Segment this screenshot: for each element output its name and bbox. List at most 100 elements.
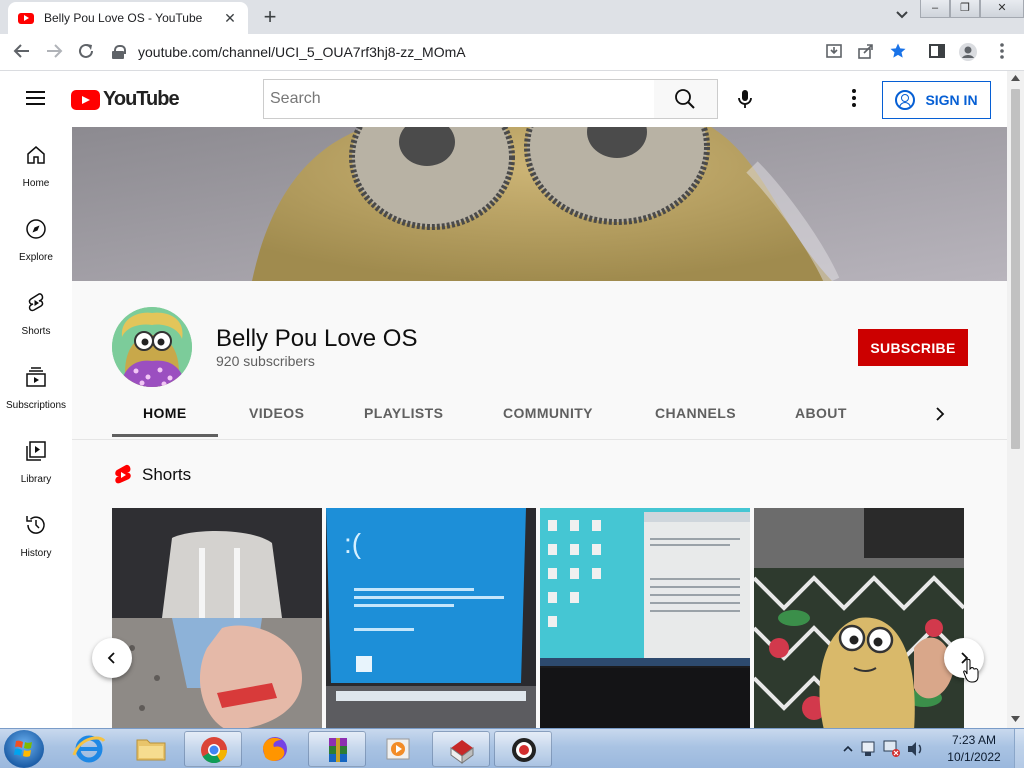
youtube-favicon-icon bbox=[18, 12, 34, 24]
taskbar-clock[interactable]: 7:23 AM 10/1/2022 bbox=[934, 732, 1014, 766]
tabs-next-chevron-icon[interactable] bbox=[932, 406, 948, 422]
account-circle-icon bbox=[895, 90, 916, 110]
scroll-up-arrow-icon[interactable] bbox=[1011, 75, 1020, 81]
browser-menu-icon[interactable] bbox=[992, 42, 1012, 62]
media-player-icon bbox=[386, 738, 410, 760]
clock-date: 10/1/2022 bbox=[947, 750, 1001, 764]
back-arrow-icon[interactable] bbox=[12, 42, 32, 62]
search-icon bbox=[675, 89, 695, 109]
search-input[interactable] bbox=[264, 80, 654, 118]
window-close-button[interactable]: ✕ bbox=[980, 0, 1024, 18]
guide-label-history: History bbox=[20, 548, 52, 559]
guide-menu-icon[interactable] bbox=[26, 91, 45, 105]
youtube-masthead: YouTube SIGN IN bbox=[0, 71, 1007, 127]
show-desktop-button[interactable] bbox=[1014, 729, 1024, 768]
install-app-icon[interactable] bbox=[824, 42, 844, 62]
tab-close-button[interactable]: ✕ bbox=[222, 10, 238, 27]
bookmark-star-icon[interactable] bbox=[888, 42, 908, 62]
network-disconnected-icon[interactable] bbox=[880, 729, 904, 768]
volume-icon[interactable] bbox=[904, 729, 928, 768]
active-tab-underline bbox=[112, 434, 218, 437]
scrollbar-thumb[interactable] bbox=[1011, 89, 1020, 449]
guide-item-history[interactable]: History bbox=[0, 497, 72, 571]
start-button[interactable] bbox=[4, 730, 44, 768]
reload-icon[interactable] bbox=[76, 42, 96, 62]
guide-label-home: Home bbox=[22, 178, 50, 189]
action-center-flag-icon[interactable] bbox=[856, 729, 880, 768]
short-thumbnail[interactable]: :( bbox=[326, 508, 536, 728]
minimize-button[interactable]: – bbox=[920, 0, 950, 18]
share-icon[interactable] bbox=[856, 42, 876, 62]
mini-guide: Home Explore Shorts Subscriptions Librar… bbox=[0, 127, 72, 728]
channel-home-content: Shorts :( bbox=[72, 439, 1007, 728]
short-thumbnail[interactable] bbox=[540, 508, 750, 728]
browser-tab[interactable]: Belly Pou Love OS - YouTube ✕ bbox=[8, 2, 248, 34]
restore-button[interactable]: ❐ bbox=[950, 0, 980, 18]
taskbar-chrome[interactable] bbox=[184, 731, 242, 767]
taskbar-winrar[interactable] bbox=[308, 731, 366, 767]
guide-item-library[interactable]: Library bbox=[0, 423, 72, 497]
guide-item-home[interactable]: Home bbox=[0, 127, 72, 201]
youtube-logo-icon bbox=[71, 89, 100, 110]
guide-label-explore: Explore bbox=[19, 252, 53, 263]
taskbar-firefox[interactable] bbox=[246, 731, 304, 767]
tab-channels[interactable]: CHANNELS bbox=[655, 394, 736, 439]
youtube-logo[interactable]: YouTube bbox=[71, 88, 180, 111]
compass-icon bbox=[26, 219, 46, 239]
taskbar-file-explorer[interactable] bbox=[122, 731, 180, 767]
browser-toolbar: youtube.com/channel/UCI_5_OUA7rf3hj8-zz_… bbox=[0, 34, 1024, 71]
lock-icon[interactable] bbox=[112, 45, 126, 59]
tab-search-chevron-icon[interactable] bbox=[896, 8, 908, 22]
voice-search-mic-icon[interactable] bbox=[733, 87, 757, 111]
channel-avatar[interactable] bbox=[112, 307, 192, 387]
youtube-logo-text: YouTube bbox=[103, 88, 180, 110]
library-icon bbox=[26, 441, 46, 461]
subscriber-count: 920 subscribers bbox=[216, 353, 315, 369]
subscriptions-icon bbox=[26, 367, 46, 387]
youtube-page: YouTube SIGN IN Home Explore Shorts bbox=[0, 71, 1024, 728]
settings-more-icon[interactable] bbox=[846, 89, 862, 109]
shorts-shelf-header: Shorts bbox=[114, 464, 191, 486]
tab-home[interactable]: HOME bbox=[143, 394, 187, 439]
search-button[interactable] bbox=[654, 79, 718, 119]
profile-icon[interactable] bbox=[958, 42, 978, 62]
new-tab-button[interactable]: + bbox=[258, 5, 282, 29]
short-thumbnail[interactable] bbox=[112, 508, 322, 728]
chrome-icon bbox=[201, 737, 228, 764]
forward-arrow-icon[interactable] bbox=[44, 42, 64, 62]
winrar-icon bbox=[329, 738, 347, 762]
page-scrollbar[interactable] bbox=[1007, 71, 1024, 728]
scroll-down-arrow-icon[interactable] bbox=[1011, 716, 1020, 722]
recorder-icon bbox=[512, 738, 536, 762]
windows-logo-icon bbox=[14, 740, 32, 757]
tab-about[interactable]: ABOUT bbox=[795, 394, 847, 439]
taskbar-internet-explorer[interactable] bbox=[60, 731, 118, 767]
shorts-icon bbox=[28, 293, 44, 312]
guide-item-subscriptions[interactable]: Subscriptions bbox=[0, 349, 72, 423]
short-thumbnail[interactable] bbox=[754, 508, 964, 728]
taskbar-recorder-app[interactable] bbox=[494, 731, 552, 767]
tab-videos[interactable]: VIDEOS bbox=[249, 394, 304, 439]
shorts-shelf-title: Shorts bbox=[142, 465, 192, 484]
shorts-logo-icon bbox=[115, 464, 131, 484]
url-text[interactable]: youtube.com/channel/UCI_5_OUA7rf3hj8-zz_… bbox=[138, 44, 466, 60]
browser-tab-strip: Belly Pou Love OS - YouTube ✕ + – ❐ ✕ bbox=[0, 0, 1024, 34]
mouse-cursor-icon bbox=[963, 658, 979, 683]
tab-playlists[interactable]: PLAYLISTS bbox=[364, 394, 443, 439]
taskbar-media-player[interactable] bbox=[370, 731, 428, 767]
tab-community[interactable]: COMMUNITY bbox=[503, 394, 593, 439]
sign-in-button[interactable]: SIGN IN bbox=[882, 81, 991, 119]
guide-label-subscriptions: Subscriptions bbox=[5, 400, 67, 411]
address-bar[interactable]: youtube.com/channel/UCI_5_OUA7rf3hj8-zz_… bbox=[108, 38, 928, 66]
side-panel-icon[interactable] bbox=[927, 42, 947, 62]
subscribe-button[interactable]: SUBSCRIBE bbox=[858, 329, 968, 366]
taskbar-paint-app[interactable] bbox=[432, 731, 490, 767]
chevron-left-icon bbox=[107, 652, 115, 664]
guide-item-explore[interactable]: Explore bbox=[0, 201, 72, 275]
firefox-icon bbox=[263, 737, 287, 761]
paint-app-icon bbox=[450, 740, 474, 764]
shorts-previous-button[interactable] bbox=[92, 638, 132, 678]
svg-text::(: :( bbox=[344, 528, 362, 559]
guide-item-shorts[interactable]: Shorts bbox=[0, 275, 72, 349]
show-hidden-icons-chevron-icon[interactable] bbox=[840, 729, 856, 768]
